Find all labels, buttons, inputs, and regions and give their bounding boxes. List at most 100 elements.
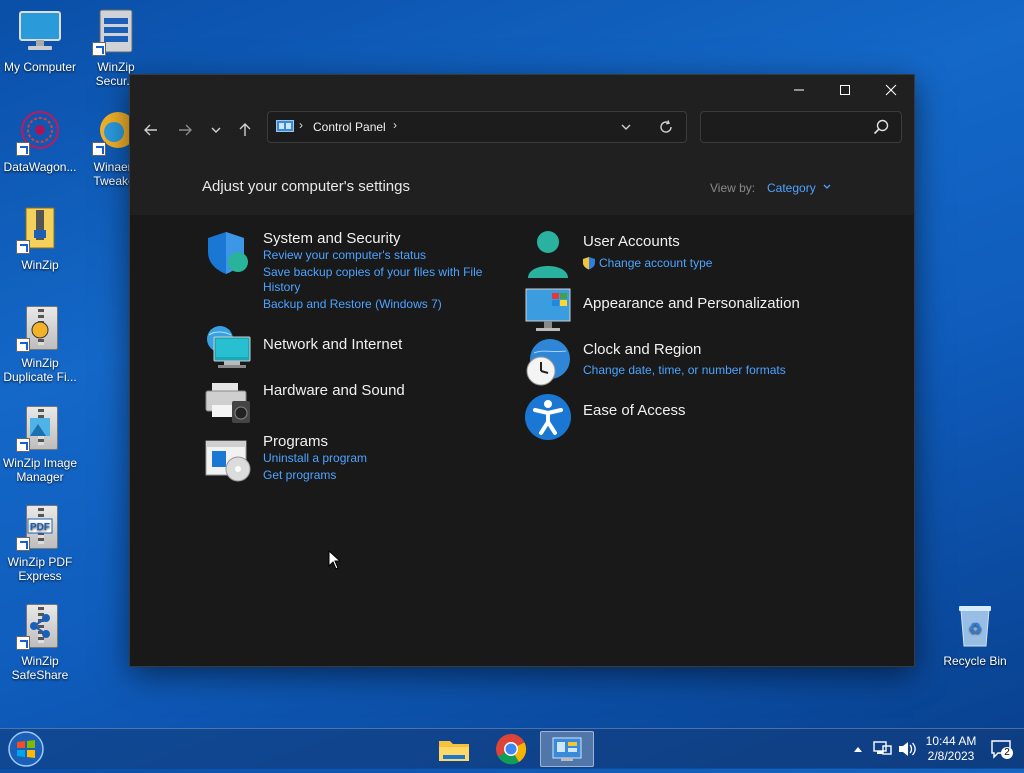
category-title[interactable]: Ease of Access bbox=[583, 402, 686, 419]
shortcut-arrow-icon bbox=[92, 142, 106, 156]
shortcut-arrow-icon bbox=[16, 438, 30, 452]
shield-icon[interactable] bbox=[204, 230, 252, 278]
maximize-icon bbox=[840, 85, 850, 95]
desktop-icon-label: Recycle Bin bbox=[943, 654, 1007, 668]
windows-orb-icon bbox=[8, 731, 44, 767]
breadcrumb-separator-icon[interactable]: › bbox=[393, 118, 397, 132]
shortcut-arrow-icon bbox=[16, 338, 30, 352]
system-clock[interactable]: 10:44 AM 2/8/2023 bbox=[918, 734, 984, 764]
minimize-button[interactable] bbox=[776, 75, 822, 105]
shortcut-arrow-icon bbox=[16, 537, 30, 551]
search-icon[interactable] bbox=[873, 119, 889, 135]
recent-locations-button[interactable] bbox=[202, 117, 230, 143]
close-button[interactable] bbox=[868, 75, 914, 105]
category-title[interactable]: Hardware and Sound bbox=[263, 382, 405, 399]
desktop-icon-recycle-bin[interactable]: ♻ Recycle Bin bbox=[935, 602, 1015, 668]
taskbar-file-explorer[interactable] bbox=[427, 731, 481, 767]
accessibility-icon[interactable] bbox=[524, 393, 572, 441]
desktop-icon-label: WinZip bbox=[21, 258, 59, 272]
category-title[interactable]: System and Security bbox=[263, 230, 401, 247]
winzip-duplicate-icon bbox=[16, 304, 64, 352]
uac-shield-icon bbox=[583, 257, 595, 270]
monitor-icon[interactable] bbox=[524, 287, 572, 335]
shortcut-arrow-icon bbox=[16, 142, 30, 156]
svg-text:PDF: PDF bbox=[30, 522, 50, 533]
taskbar: 10:44 AM 2/8/2023 2 bbox=[0, 728, 1024, 769]
back-button[interactable] bbox=[137, 117, 165, 143]
uninstall-program-link[interactable]: Uninstall a program bbox=[263, 451, 367, 466]
backup-restore-link[interactable]: Backup and Restore (Windows 7) bbox=[263, 297, 442, 312]
desktop-icon-label: WinZip Duplicate Fi... bbox=[3, 356, 77, 384]
category-title[interactable]: Appearance and Personalization bbox=[583, 295, 800, 312]
desktop-icon-label: My Computer bbox=[3, 60, 77, 74]
address-dropdown-button[interactable] bbox=[620, 120, 638, 136]
get-programs-link[interactable]: Get programs bbox=[263, 468, 336, 483]
show-hidden-icons-icon[interactable] bbox=[853, 745, 863, 753]
taskbar-control-panel[interactable] bbox=[540, 731, 594, 767]
chrome-icon bbox=[496, 734, 527, 765]
chevron-down-icon bbox=[621, 124, 631, 130]
svg-text:♻: ♻ bbox=[968, 621, 982, 638]
page-title: Adjust your computer's settings bbox=[202, 178, 410, 195]
address-bar[interactable]: › Control Panel › bbox=[267, 111, 687, 143]
file-history-link[interactable]: Save backup copies of your files with Fi… bbox=[263, 265, 482, 280]
clock-date: 2/8/2023 bbox=[927, 749, 975, 763]
search-box[interactable] bbox=[700, 111, 902, 143]
maximize-button[interactable] bbox=[822, 75, 868, 105]
arrow-up-icon bbox=[239, 123, 251, 136]
search-input[interactable] bbox=[707, 117, 861, 139]
desktop-icon-label: WinZip PDF Express bbox=[7, 555, 73, 583]
network-icon[interactable] bbox=[204, 323, 252, 371]
winzip-image-icon bbox=[16, 404, 64, 452]
notification-center-button[interactable]: 2 bbox=[990, 737, 1016, 761]
folder-icon bbox=[439, 741, 469, 761]
start-button[interactable] bbox=[6, 730, 46, 768]
desktop-icon-winzip-pdf[interactable]: PDF WinZip PDF Express bbox=[0, 503, 80, 583]
change-date-time-link[interactable]: Change date, time, or number formats bbox=[583, 363, 786, 378]
recycle-bin-icon: ♻ bbox=[951, 602, 999, 650]
control-panel-icon bbox=[276, 120, 294, 132]
datawagon-icon bbox=[16, 108, 64, 156]
arrow-right-icon bbox=[179, 124, 192, 136]
winzip-pdf-icon: PDF bbox=[16, 503, 64, 551]
category-title[interactable]: User Accounts bbox=[583, 233, 680, 250]
desktop-icon-winzip-duplicate[interactable]: WinZip Duplicate Fi... bbox=[0, 304, 80, 384]
notification-count-badge: 2 bbox=[1001, 747, 1013, 759]
desktop-icon-winzip[interactable]: WinZip bbox=[0, 206, 80, 272]
category-title[interactable]: Clock and Region bbox=[583, 341, 701, 358]
breadcrumb-control-panel[interactable]: Control Panel bbox=[313, 120, 386, 134]
printer-icon[interactable] bbox=[204, 379, 252, 427]
desktop-icon-label: DataWagon... bbox=[3, 160, 77, 174]
desktop-icon-winzip-safeshare[interactable]: WinZip SafeShare bbox=[0, 602, 80, 682]
computer-icon bbox=[16, 8, 64, 56]
category-title[interactable]: Network and Internet bbox=[263, 336, 402, 353]
breadcrumb-separator-icon: › bbox=[299, 118, 303, 132]
close-icon bbox=[885, 84, 897, 96]
desktop-icon-winzip-image[interactable]: WinZip Image Manager bbox=[0, 404, 80, 484]
taskbar-chrome[interactable] bbox=[484, 731, 538, 767]
desktop-icon-datawagon[interactable]: DataWagon... bbox=[0, 108, 80, 174]
category-title[interactable]: Programs bbox=[263, 433, 328, 450]
desktop-icon-my-computer[interactable]: My Computer bbox=[0, 8, 80, 74]
refresh-button[interactable] bbox=[659, 120, 677, 136]
winzip-secure-icon bbox=[92, 8, 140, 56]
network-status-icon[interactable] bbox=[873, 740, 893, 758]
clock-time: 10:44 AM bbox=[925, 734, 977, 748]
winzip-safeshare-icon bbox=[16, 602, 64, 650]
shortcut-arrow-icon bbox=[16, 240, 30, 254]
mouse-cursor-icon bbox=[328, 550, 342, 570]
clock-globe-icon[interactable] bbox=[524, 339, 572, 387]
up-button[interactable] bbox=[231, 117, 259, 143]
desktop-icon-label: WinZip Image Manager bbox=[2, 456, 78, 484]
volume-icon[interactable] bbox=[897, 740, 917, 758]
view-by-dropdown[interactable]: Category bbox=[767, 181, 832, 195]
review-status-link[interactable]: Review your computer's status bbox=[263, 248, 426, 263]
user-icon[interactable] bbox=[524, 230, 572, 278]
forward-button[interactable] bbox=[171, 117, 199, 143]
shortcut-arrow-icon bbox=[92, 42, 106, 56]
programs-icon[interactable] bbox=[204, 437, 252, 485]
winzip-icon bbox=[16, 206, 64, 254]
change-account-type-link[interactable]: Change account type bbox=[599, 256, 712, 271]
file-history-link-continued[interactable]: History bbox=[263, 280, 300, 295]
chevron-down-icon bbox=[823, 184, 831, 189]
